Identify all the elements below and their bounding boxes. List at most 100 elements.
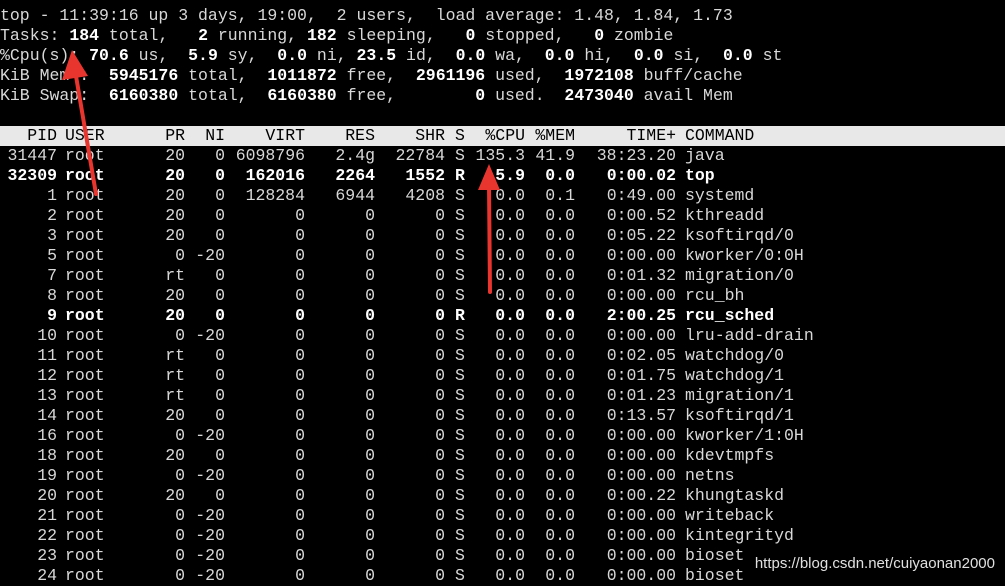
table-row[interactable]: 2 root 20 0 0 0 0 S 0.0 0.0 0:00.52 kthreadd (0, 206, 1005, 226)
cell-res: 0 (365, 226, 375, 245)
table-row[interactable]: 21 root 0 -20 0 0 0 S 0.0 0.0 0:00.00 writeback (0, 506, 1005, 526)
summary-label: used. (485, 86, 565, 105)
cell-s: S (455, 186, 465, 205)
cell-cpu: 0.0 (495, 246, 525, 265)
cell-time: 0:00.00 (606, 466, 676, 485)
cell-pid: 10 (37, 326, 57, 345)
cell-time: 0:02.05 (606, 346, 676, 365)
cell-cmd: top (685, 166, 715, 185)
cell-user: root (65, 226, 105, 245)
cell-cmd: lru-add-drain (685, 326, 814, 345)
summary-label: running, (207, 26, 307, 45)
cell-ni: -20 (195, 426, 225, 445)
cell-user: root (65, 486, 105, 505)
cell-virt: 128284 (245, 186, 305, 205)
table-row[interactable]: 31447 root 20 0 6098796 2.4g 22784 S 135.3 41.9 38… (0, 146, 1005, 166)
table-row[interactable]: 9 root 20 0 0 0 0 R 0.0 0.0 2:00.25 rcu_sched (0, 306, 1005, 326)
cell-res: 0 (365, 446, 375, 465)
cell-res: 0 (365, 206, 375, 225)
table-row[interactable]: 22 root 0 -20 0 0 0 S 0.0 0.0 0:00.00 kintegrityd (0, 526, 1005, 546)
summary-value: 184 (69, 26, 100, 45)
cell-res: 0 (365, 426, 375, 445)
table-row[interactable]: 13 root rt 0 0 0 0 S 0.0 0.0 0:01.23 migration/1 (0, 386, 1005, 406)
cell-pid: 18 (37, 446, 57, 465)
mem-line: KiB Mem : 5945176 total, 1011872 free, 2… (0, 66, 743, 86)
table-row[interactable]: 20 root 20 0 0 0 0 S 0.0 0.0 0:00.22 khungtaskd (0, 486, 1005, 506)
table-row[interactable]: 7 root rt 0 0 0 0 S 0.0 0.0 0:01.32 migration/0 (0, 266, 1005, 286)
cell-user: root (65, 346, 105, 365)
cell-mem: 0.0 (545, 486, 575, 505)
table-row[interactable]: 12 root rt 0 0 0 0 S 0.0 0.0 0:01.75 watchdog/1 (0, 366, 1005, 386)
cell-user: root (65, 146, 105, 165)
cell-time: 0:00.00 (606, 426, 676, 445)
cell-pr: 20 (165, 206, 185, 225)
cell-cmd: writeback (685, 506, 775, 525)
cell-pid: 22 (37, 526, 57, 545)
cell-pr: 0 (175, 326, 185, 345)
summary-label: zombie (604, 26, 674, 45)
cell-res: 0 (365, 406, 375, 425)
cell-cmd: watchdog/1 (685, 366, 785, 385)
cell-mem: 0.0 (545, 266, 575, 285)
cell-ni: 0 (215, 266, 225, 285)
cell-s: S (455, 266, 465, 285)
cell-s: S (455, 506, 465, 525)
summary-label: sy, (217, 46, 278, 65)
table-row[interactable]: 3 root 20 0 0 0 0 S 0.0 0.0 0:05.22 ksoftirqd/0 (0, 226, 1005, 246)
summary-label: free, (336, 66, 416, 85)
cell-shr: 0 (435, 366, 445, 385)
cell-ni: 0 (215, 366, 225, 385)
cell-mem: 0.0 (545, 446, 575, 465)
table-row[interactable]: 32309 root 20 0 162016 2264 1552 R 5.9 0.0 0:00.02… (0, 166, 1005, 186)
cell-time: 0:00.00 (606, 326, 676, 345)
table-row[interactable]: 10 root 0 -20 0 0 0 S 0.0 0.0 0:00.00 lru-add-drain (0, 326, 1005, 346)
cell-res: 2264 (335, 166, 375, 185)
cell-pid: 9 (47, 306, 57, 325)
table-row[interactable]: 8 root 20 0 0 0 0 S 0.0 0.0 0:00.00 rcu_bh (0, 286, 1005, 306)
cell-s: S (455, 226, 465, 245)
summary-value: 0.0 (633, 46, 664, 65)
table-row[interactable]: 18 root 20 0 0 0 0 S 0.0 0.0 0:00.00 kdevtmpfs (0, 446, 1005, 466)
cell-virt: 0 (295, 466, 305, 485)
cell-time: 0:01.32 (606, 266, 676, 285)
cell-cpu: 0.0 (495, 466, 525, 485)
summary-label: us, (128, 46, 189, 65)
cell-shr: 0 (435, 266, 445, 285)
table-row[interactable]: 16 root 0 -20 0 0 0 S 0.0 0.0 0:00.00 kworker/1:0H (0, 426, 1005, 446)
cell-res: 0 (365, 526, 375, 545)
summary-label: buff/cache (633, 66, 743, 85)
cell-virt: 162016 (245, 166, 305, 185)
cell-user: root (65, 366, 105, 385)
summary-label: KiB Swap: (0, 86, 109, 105)
cell-pr: 0 (175, 426, 185, 445)
cell-mem: 0.0 (545, 466, 575, 485)
cell-pid: 31447 (7, 146, 57, 165)
summary-value: 0.0 (722, 46, 753, 65)
cell-user: root (65, 206, 105, 225)
table-row[interactable]: 1 root 20 0 128284 6944 4208 S 0.0 0.1 0:49.00 syst… (0, 186, 1005, 206)
cell-time: 0:00.52 (606, 206, 676, 225)
terminal-window[interactable]: top - 11:39:16 up 3 days, 19:00, 2 users… (0, 0, 1005, 585)
cell-user: root (65, 186, 105, 205)
cell-s: R (455, 306, 465, 325)
table-row[interactable]: 5 root 0 -20 0 0 0 S 0.0 0.0 0:00.00 kworker/0:0H (0, 246, 1005, 266)
summary-label: id, (396, 46, 456, 65)
cell-ni: -20 (195, 246, 225, 265)
cell-pr: 0 (175, 246, 185, 265)
cell-mem: 0.0 (545, 566, 575, 585)
cell-cpu: 0.0 (495, 506, 525, 525)
cell-time: 0:00.00 (606, 506, 676, 525)
cell-s: S (455, 426, 465, 445)
cell-s: R (455, 166, 465, 185)
table-row[interactable]: 19 root 0 -20 0 0 0 S 0.0 0.0 0:00.00 netns (0, 466, 1005, 486)
table-row[interactable]: 14 root 20 0 0 0 0 S 0.0 0.0 0:13.57 ksoftirqd/1 (0, 406, 1005, 426)
cell-mem: 0.0 (545, 526, 575, 545)
table-row[interactable]: 11 root rt 0 0 0 0 S 0.0 0.0 0:02.05 watchdog/0 (0, 346, 1005, 366)
cell-res: 0 (365, 246, 375, 265)
cell-pr: rt (165, 266, 185, 285)
cell-user: root (65, 306, 105, 325)
cell-virt: 0 (295, 446, 305, 465)
cell-shr: 4208 (405, 186, 445, 205)
cell-shr: 0 (435, 566, 445, 585)
cell-time: 0:00.00 (606, 566, 676, 585)
